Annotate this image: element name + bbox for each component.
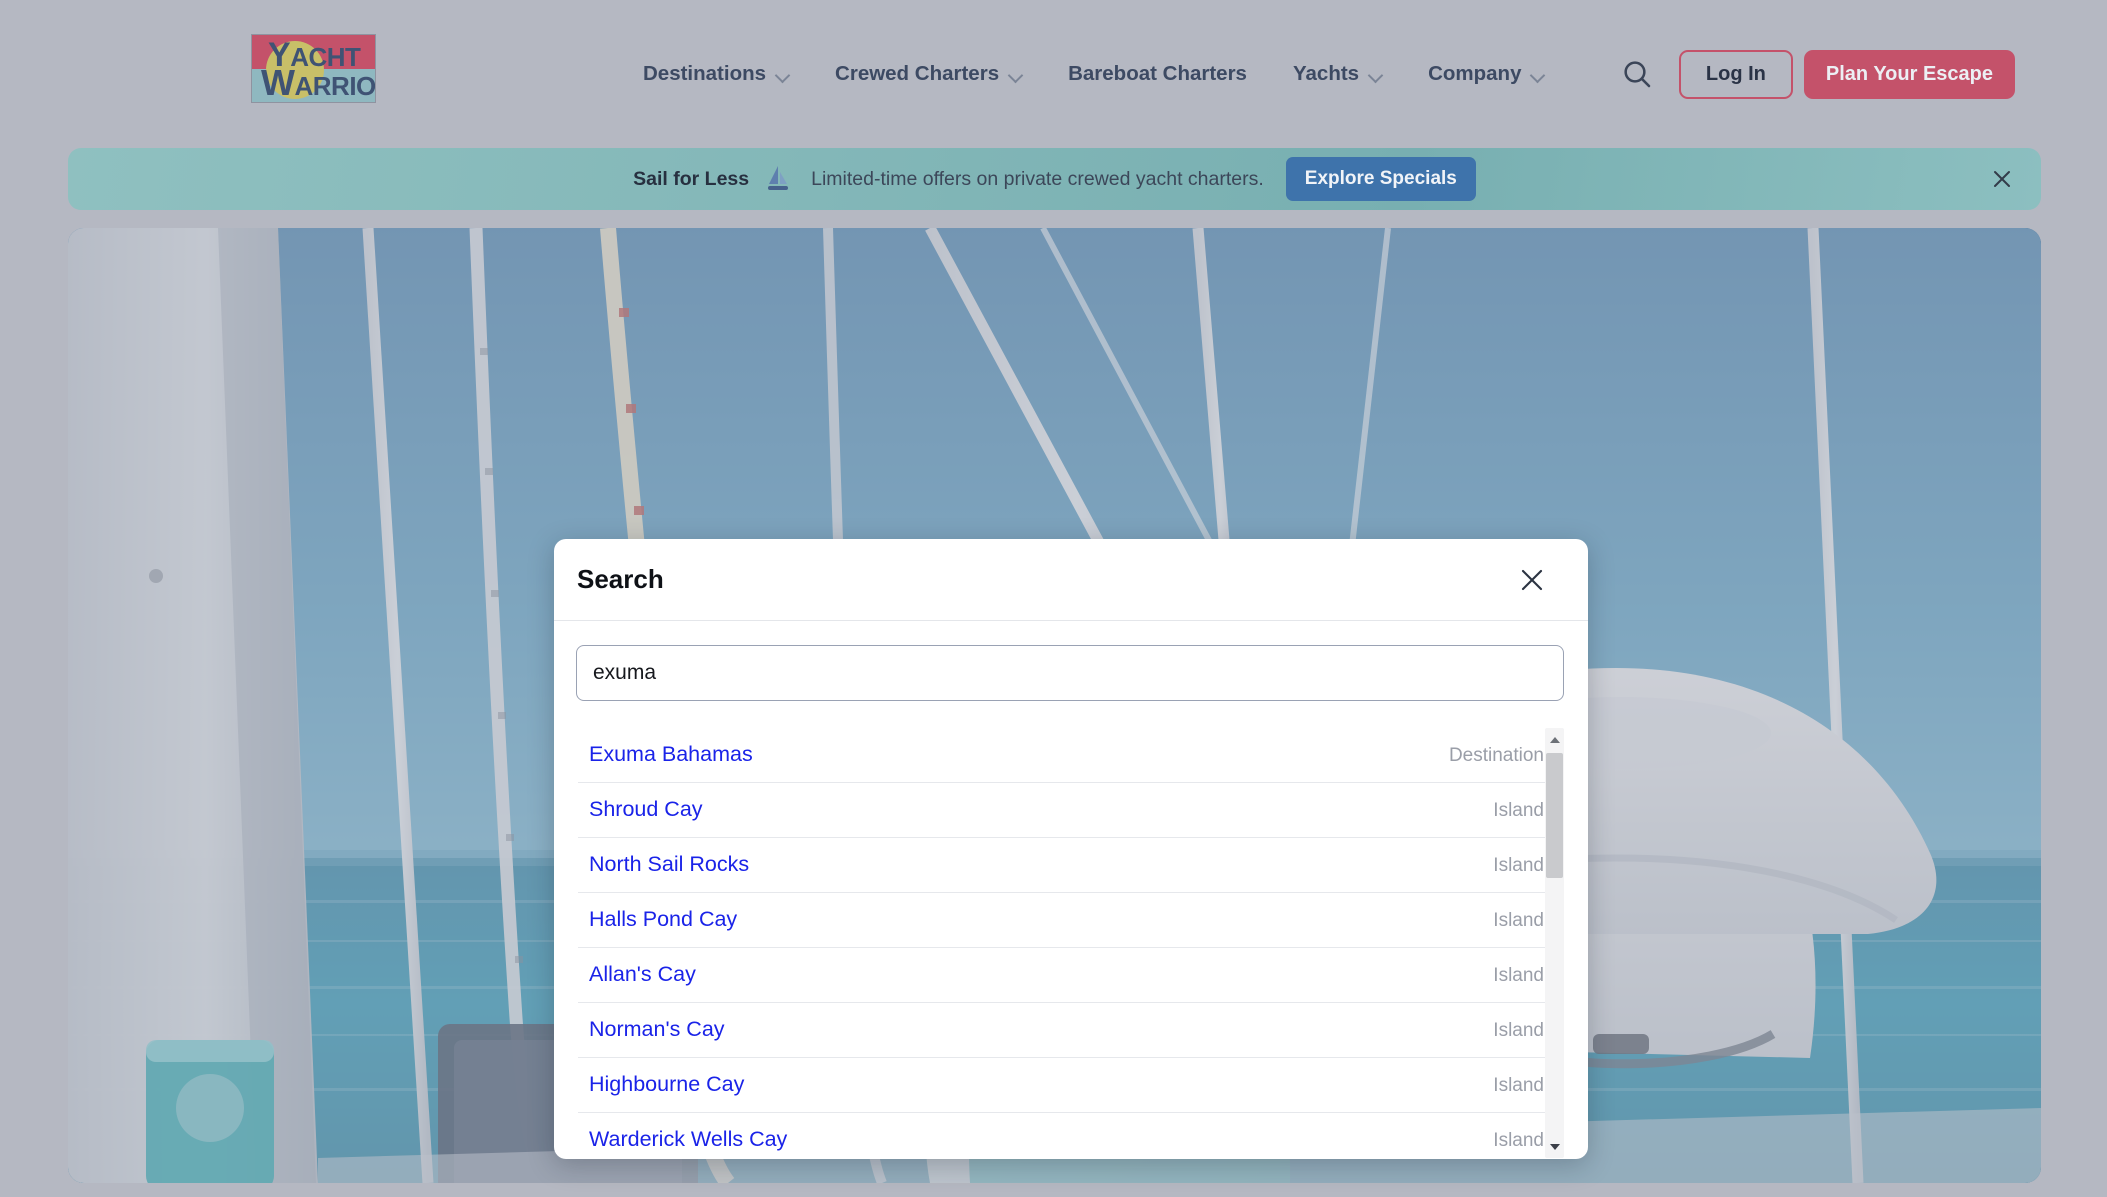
logo-line2-rest: ARRIORS bbox=[294, 71, 376, 101]
search-modal-header: Search bbox=[554, 539, 1588, 621]
result-name[interactable]: Highbourne Cay bbox=[589, 1074, 744, 1096]
nav-item-bareboat-charters[interactable]: Bareboat Charters bbox=[1045, 62, 1270, 86]
promo-subtext: Limited-time offers on private crewed ya… bbox=[811, 167, 1264, 190]
nav-label: Destinations bbox=[643, 62, 767, 85]
result-name[interactable]: Halls Pond Cay bbox=[589, 909, 737, 931]
result-type: Island bbox=[1493, 799, 1544, 821]
list-item[interactable]: Halls Pond Cay Island bbox=[578, 893, 1564, 948]
promo-banner: Sail for Less Limited-time offers on pri… bbox=[68, 148, 2041, 210]
list-item[interactable]: Highbourne Cay Island bbox=[578, 1058, 1564, 1113]
search-modal-body: Exuma Bahamas Destination Shroud Cay Isl… bbox=[554, 621, 1588, 1158]
chevron-down-icon bbox=[1009, 70, 1022, 78]
nav-label: Yachts bbox=[1292, 62, 1360, 85]
search-icon[interactable] bbox=[1609, 46, 1665, 102]
result-name[interactable]: Warderick Wells Cay bbox=[589, 1129, 787, 1151]
list-item[interactable]: Norman's Cay Island bbox=[578, 1003, 1564, 1058]
result-type: Island bbox=[1493, 1019, 1544, 1041]
result-name[interactable]: Allan's Cay bbox=[589, 964, 696, 986]
explore-specials-button[interactable]: Explore Specials bbox=[1285, 157, 1476, 201]
nav-item-destinations[interactable]: Destinations bbox=[620, 62, 812, 86]
nav-label: Company bbox=[1428, 62, 1522, 85]
result-name[interactable]: North Sail Rocks bbox=[589, 854, 749, 876]
result-type: Island bbox=[1493, 854, 1544, 876]
plan-your-escape-button[interactable]: Plan Your Escape bbox=[1803, 49, 2015, 99]
header-actions: Log In Plan Your Escape bbox=[1609, 0, 2015, 148]
site-logo[interactable]: YACHT WARRIORS bbox=[251, 34, 376, 103]
nav-item-yachts[interactable]: Yachts bbox=[1270, 62, 1405, 86]
list-item[interactable]: North Sail Rocks Island bbox=[578, 838, 1564, 893]
site-header: YACHT WARRIORS Destinations Crewed Chart… bbox=[0, 0, 2107, 148]
chevron-down-icon bbox=[1369, 70, 1382, 78]
promo-headline: Sail for Less bbox=[633, 167, 750, 190]
result-name[interactable]: Shroud Cay bbox=[589, 799, 703, 821]
caret-down-icon[interactable] bbox=[1545, 1137, 1564, 1156]
caret-up-icon[interactable] bbox=[1545, 730, 1564, 749]
close-icon[interactable] bbox=[1514, 562, 1550, 598]
chevron-down-icon bbox=[776, 70, 789, 78]
search-modal: Search Exuma Bahamas Destination Shroud … bbox=[554, 539, 1588, 1159]
search-modal-title: Search bbox=[577, 564, 664, 594]
list-item[interactable]: Warderick Wells Cay Island bbox=[578, 1113, 1564, 1158]
search-results-list: Exuma Bahamas Destination Shroud Cay Isl… bbox=[576, 728, 1564, 1158]
primary-navigation: Destinations Crewed Charters Bareboat Ch… bbox=[620, 0, 1567, 148]
promo-content: Sail for Less Limited-time offers on pri… bbox=[633, 157, 1476, 201]
result-name[interactable]: Exuma Bahamas bbox=[589, 744, 753, 766]
nav-item-crewed-charters[interactable]: Crewed Charters bbox=[812, 62, 1045, 86]
search-input[interactable] bbox=[576, 645, 1564, 701]
sailboat-icon bbox=[767, 165, 789, 193]
search-results-container: Exuma Bahamas Destination Shroud Cay Isl… bbox=[576, 728, 1566, 1158]
nav-label: Bareboat Charters bbox=[1068, 62, 1247, 85]
logo-wordmark: YACHT WARRIORS bbox=[252, 35, 375, 102]
nav-item-company[interactable]: Company bbox=[1405, 62, 1567, 86]
result-type: Island bbox=[1493, 1129, 1544, 1151]
result-name[interactable]: Norman's Cay bbox=[589, 1019, 725, 1041]
result-type: Destination bbox=[1448, 744, 1544, 766]
result-type: Island bbox=[1493, 964, 1544, 986]
result-type: Island bbox=[1493, 1074, 1544, 1096]
result-type: Island bbox=[1493, 909, 1544, 931]
login-button[interactable]: Log In bbox=[1678, 49, 1793, 99]
list-item[interactable]: Shroud Cay Island bbox=[578, 783, 1564, 838]
scrollbar-thumb[interactable] bbox=[1546, 753, 1563, 878]
results-scrollbar[interactable] bbox=[1545, 728, 1564, 1158]
chevron-down-icon bbox=[1531, 70, 1544, 78]
nav-label: Crewed Charters bbox=[835, 62, 1000, 85]
list-item[interactable]: Allan's Cay Island bbox=[578, 948, 1564, 1003]
logo-line2-cap: W bbox=[261, 62, 295, 103]
list-item[interactable]: Exuma Bahamas Destination bbox=[578, 728, 1564, 783]
close-icon[interactable] bbox=[1985, 162, 2019, 196]
